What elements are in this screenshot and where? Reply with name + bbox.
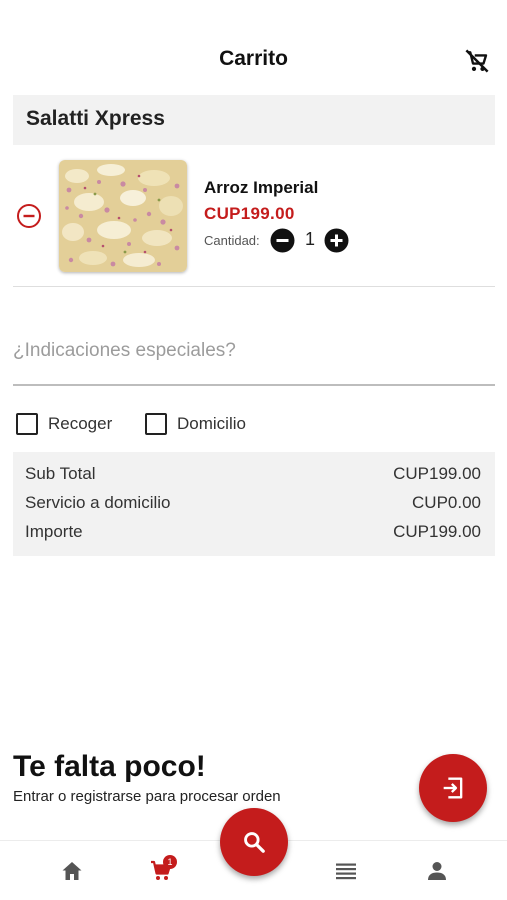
search-icon xyxy=(244,832,265,853)
clear-cart-button[interactable] xyxy=(462,46,492,76)
login-prompt-subtitle: Entrar o registrarse para procesar orden xyxy=(13,788,281,805)
pickup-checkbox[interactable] xyxy=(16,413,38,435)
list-icon xyxy=(336,863,356,880)
app-bar: Carrito xyxy=(0,0,507,95)
login-prompt-title: Te falta poco! xyxy=(13,750,206,783)
decrease-quantity-button[interactable] xyxy=(270,228,295,253)
store-header: Salatti Xpress xyxy=(13,95,495,145)
special-instructions-field[interactable] xyxy=(13,326,495,386)
product-name: Arroz Imperial xyxy=(204,178,319,197)
product-price: CUP199.00 xyxy=(204,204,295,223)
login-prompt: Te falta poco! Entrar o registrarse para… xyxy=(13,750,413,805)
plus-circle-icon xyxy=(324,228,349,253)
home-icon xyxy=(62,862,82,880)
login-button[interactable] xyxy=(419,754,487,822)
remove-circle-icon xyxy=(17,204,41,228)
quantity-label: Cantidad: xyxy=(204,233,260,248)
summary-value: CUP199.00 xyxy=(393,522,481,541)
page-title: Carrito xyxy=(219,47,288,70)
remove-item-button[interactable] xyxy=(16,203,42,229)
delivery-checkbox[interactable] xyxy=(145,413,167,435)
login-icon xyxy=(443,777,463,799)
minus-circle-icon xyxy=(270,228,295,253)
cart-item: Arroz Imperial CUP199.00 Cantidad: 1 xyxy=(13,145,495,287)
summary-value: CUP199.00 xyxy=(393,464,481,483)
order-summary: Sub Total CUP199.00 Servicio a domicilio… xyxy=(13,452,495,556)
delivery-label: Domicilio xyxy=(177,414,246,433)
nav-list[interactable] xyxy=(316,841,376,900)
summary-row-total: Importe CUP199.00 xyxy=(25,522,481,546)
nav-cart[interactable]: 1 xyxy=(131,841,191,900)
store-name: Salatti Xpress xyxy=(26,107,165,130)
summary-label: Sub Total xyxy=(25,464,96,483)
delivery-option[interactable]: Domicilio xyxy=(145,410,265,438)
summary-row-delivery-fee: Servicio a domicilio CUP0.00 xyxy=(25,493,481,517)
pickup-label: Recoger xyxy=(48,414,113,433)
summary-label: Servicio a domicilio xyxy=(25,493,171,512)
product-image xyxy=(59,160,187,272)
person-icon xyxy=(428,862,446,880)
nav-home[interactable] xyxy=(42,841,102,900)
quantity-value: 1 xyxy=(304,229,315,249)
cart-count-badge: 1 xyxy=(163,855,177,869)
search-button[interactable] xyxy=(220,808,288,876)
increase-quantity-button[interactable] xyxy=(324,228,349,253)
special-instructions-input[interactable] xyxy=(13,336,495,366)
summary-label: Importe xyxy=(25,522,83,541)
remove-shopping-cart-icon xyxy=(465,49,489,73)
nav-profile[interactable] xyxy=(407,841,467,900)
pickup-option[interactable]: Recoger xyxy=(16,410,126,438)
summary-value: CUP0.00 xyxy=(412,493,481,512)
summary-row-subtotal: Sub Total CUP199.00 xyxy=(25,464,481,488)
